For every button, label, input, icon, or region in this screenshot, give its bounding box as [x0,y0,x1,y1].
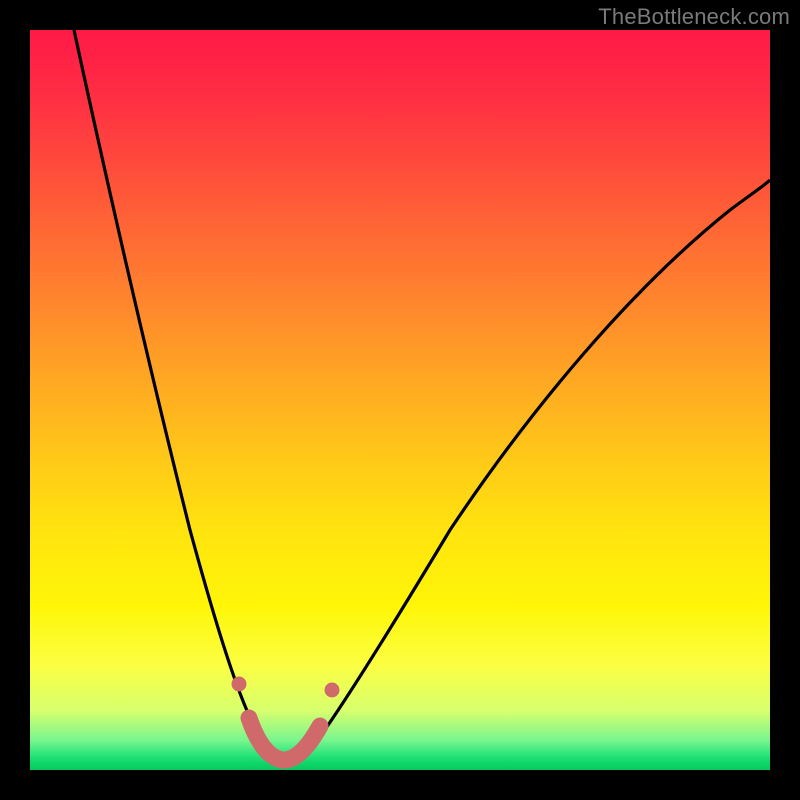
valley-highlight [232,677,339,760]
outer-frame: TheBottleneck.com [0,0,800,800]
bottleneck-curve [74,30,770,763]
plot-area [30,30,770,770]
curve-svg [30,30,770,770]
watermark-text: TheBottleneck.com [598,4,790,30]
